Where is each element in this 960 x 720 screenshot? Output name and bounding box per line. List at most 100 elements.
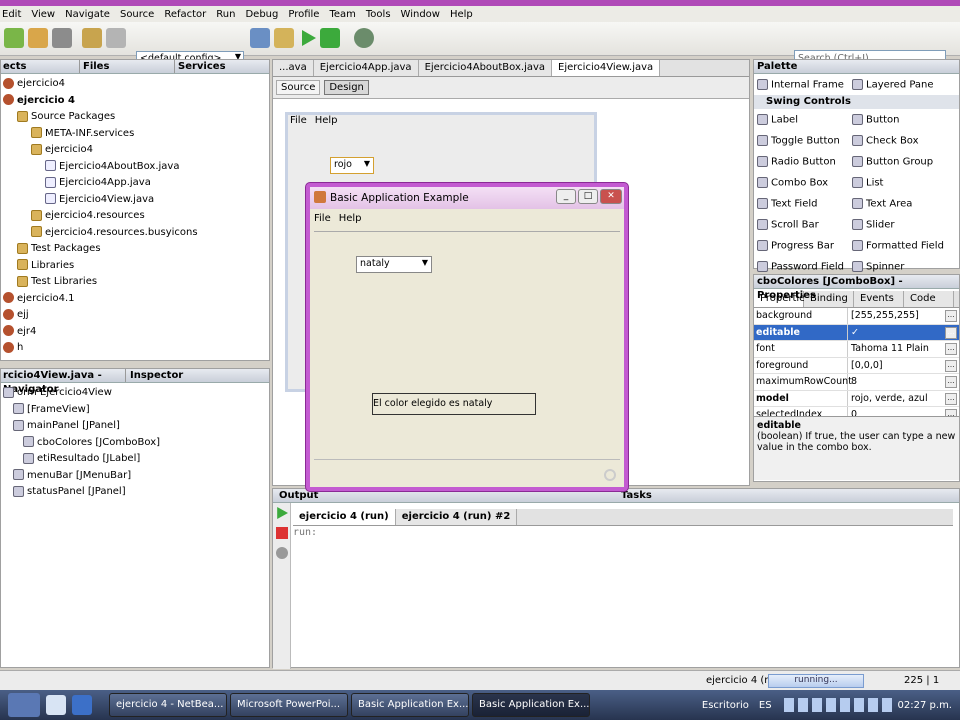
property-row[interactable]: font Tahoma 11 Plain… [754,341,959,358]
menu-window[interactable]: Window [401,9,440,20]
build-icon[interactable] [250,28,270,48]
palette-item[interactable]: Internal Frame [754,78,849,90]
close-button[interactable]: ✕ [600,189,622,204]
property-row[interactable]: maximumRowCount 8… [754,374,959,391]
property-value[interactable]: ✓… [848,325,959,341]
palette-item[interactable]: Formatted Field [849,239,944,251]
menu-navigate[interactable]: Navigate [65,9,110,20]
editor-tab[interactable]: Ejercicio4App.java [313,60,419,76]
form-menu-file[interactable]: File [290,115,307,131]
design-button[interactable]: Design [324,80,369,95]
menu-edit[interactable]: Edit [2,9,21,20]
language-indicator[interactable]: ES [759,700,772,711]
source-button[interactable]: Source [276,80,321,95]
profile-icon[interactable] [354,28,374,48]
palette-item[interactable]: Button [849,113,944,125]
undo-icon[interactable] [82,28,102,48]
palette-item[interactable]: Label [754,113,849,125]
dialog-menu-file[interactable]: File [314,213,331,224]
menu-tools[interactable]: Tools [366,9,391,20]
color-combo[interactable]: nataly ▼ [356,256,432,273]
property-row[interactable]: model rojo, verde, azul… [754,390,959,407]
palette-item[interactable]: Button Group [849,155,944,167]
new-file-icon[interactable] [4,28,24,48]
redo-icon[interactable] [106,28,126,48]
navigator-item[interactable]: statusPanel [JPanel] [1,484,269,501]
palette-item[interactable]: Scroll Bar [754,218,849,230]
tab-navigator[interactable]: rcicio4View.java - Navigator [1,369,125,395]
settings-icon[interactable] [276,547,288,559]
property-row[interactable]: selectedIndex 0… [754,407,959,416]
menu-team[interactable]: Team [329,9,355,20]
palette-item[interactable]: Toggle Button [754,134,849,146]
new-project-icon[interactable] [28,28,48,48]
tree-item[interactable]: ejercicio4.resources [1,208,269,225]
tree-item[interactable]: Test Packages [1,241,269,258]
property-value[interactable]: [0,0,0]… [848,358,959,374]
tree-item[interactable]: Libraries [1,258,269,275]
properties-tab[interactable]: Events [854,291,904,307]
tab-files[interactable]: Files [79,60,174,73]
palette-item[interactable]: Layered Pane [849,78,944,90]
taskbar-button[interactable]: Basic Application Ex... [351,693,469,717]
tree-item[interactable]: ejercicio4.resources.busyicons [1,225,269,242]
palette-item[interactable]: Text Area [849,197,944,209]
menu-profile[interactable]: Profile [288,9,319,20]
property-value[interactable]: 0… [848,407,959,416]
quicklaunch-icon[interactable] [72,695,92,715]
tree-item[interactable]: META-INF.services [1,126,269,143]
tree-item[interactable]: ejercicio4 [1,76,269,93]
tab-projects[interactable]: ects [1,60,79,73]
palette-item[interactable]: Radio Button [754,155,849,167]
property-row[interactable]: background [255,255,255]… [754,308,959,325]
navigator-item[interactable]: cboColores [JComboBox] [1,435,269,452]
output-tab[interactable]: ejercicio 4 (run) #2 [395,509,518,525]
tree-item[interactable]: Ejercicio4AboutBox.java [1,159,269,176]
taskbar-button[interactable]: ejercicio 4 - NetBea... [109,693,227,717]
properties-tab[interactable]: Code [904,291,954,307]
maximize-button[interactable]: □ [578,189,598,204]
navigator-item[interactable]: menuBar [JMenuBar] [1,468,269,485]
property-editor-button[interactable]: … [945,409,957,416]
form-menu-help[interactable]: Help [315,115,338,131]
tab-inspector[interactable]: Inspector [125,369,183,382]
tree-item[interactable]: Source Packages [1,109,269,126]
palette-item[interactable]: Password Field [754,260,849,272]
minimize-button[interactable]: _ [556,189,576,204]
property-row[interactable]: foreground [0,0,0]… [754,357,959,374]
property-editor-button[interactable]: … [945,310,957,322]
palette-item[interactable]: Text Field [754,197,849,209]
editor-tab[interactable]: ...ava [273,60,314,76]
form-combo[interactable]: rojo ▼ [330,157,374,174]
property-value[interactable]: rojo, verde, azul… [848,391,959,407]
palette-section[interactable]: Swing Controls [754,95,959,109]
run-icon[interactable] [302,30,316,46]
tray-icons[interactable] [783,698,894,712]
tree-item[interactable]: Ejercicio4App.java [1,175,269,192]
palette-item[interactable]: Combo Box [754,176,849,188]
tree-item[interactable]: ejercicio4 [1,142,269,159]
property-editor-button[interactable]: … [945,343,957,355]
property-value[interactable]: Tahoma 11 Plain… [848,341,959,357]
property-editor-button[interactable]: … [945,392,957,405]
property-value[interactable]: [255,255,255]… [848,308,959,324]
tree-item[interactable]: Ejercicio4View.java [1,192,269,209]
tree-item[interactable]: h [1,340,269,357]
property-editor-button[interactable]: … [945,376,957,388]
quicklaunch-icon[interactable] [46,695,66,715]
palette-item[interactable]: Progress Bar [754,239,849,251]
property-editor-button[interactable]: … [945,359,957,372]
output-tab[interactable]: ejercicio 4 (run) [293,509,396,525]
tab-services[interactable]: Services [174,60,226,73]
stop-icon[interactable] [276,527,288,539]
show-desktop-icon[interactable] [8,693,40,717]
palette-item[interactable]: List [849,176,944,188]
palette-item[interactable]: Spinner [849,260,944,272]
navigator-item[interactable]: etiResultado [JLabel] [1,451,269,468]
taskbar-button[interactable]: Microsoft PowerPoi... [230,693,348,717]
dialog-menu-help[interactable]: Help [339,213,362,224]
tree-item[interactable]: Test Libraries [1,274,269,291]
editor-tab[interactable]: Ejercicio4View.java [552,60,661,76]
menu-view[interactable]: View [31,9,55,20]
navigator-item[interactable]: orm Ejercicio4View [1,385,269,402]
